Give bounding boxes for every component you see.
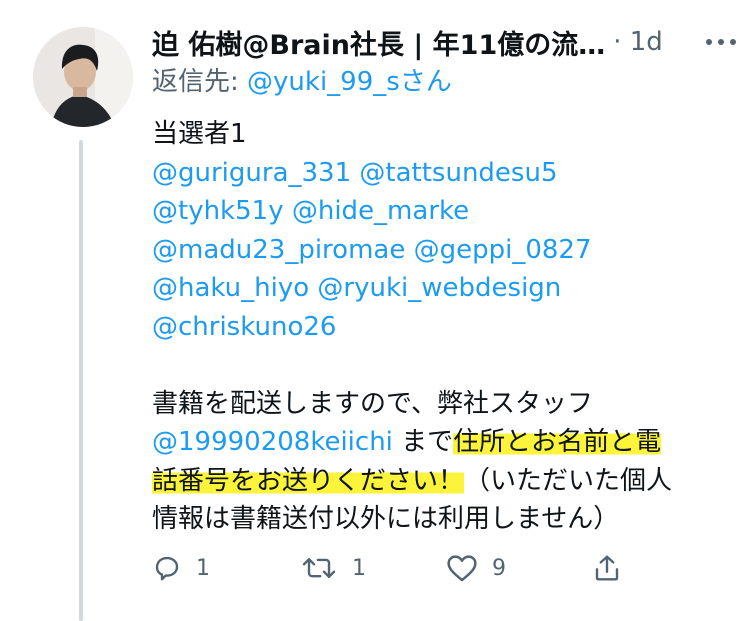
tweet-time[interactable]: · 1d [613,27,663,57]
retweet-button[interactable]: 1 [300,548,366,588]
body-text: 情報は書籍送付以外には利用しません） [152,504,620,534]
reply-button[interactable]: 1 [152,548,210,588]
share-button[interactable] [592,548,622,588]
body-line: 話番号をお送りください！（いただいた個人 [152,462,742,501]
like-count: 9 [492,555,506,581]
body-line: @madu23_piromae @geppi_0827 [152,231,742,270]
retweet-count: 1 [352,555,366,581]
body-line: 当選者1 [152,115,742,154]
reply-to-prefix: 返信先: [152,67,248,97]
mention-link[interactable]: @tyhk51y [152,196,284,226]
mention-link[interactable]: @geppi_0827 [414,235,592,265]
mention-link[interactable]: @haku_hiyo [152,273,309,303]
body-line: @19990208keiichi まで住所とお名前と電 [152,423,742,462]
thread-line [79,140,83,621]
mention-link[interactable]: @hide_marke [292,196,469,226]
mention-link[interactable]: @chriskuno26 [152,312,336,342]
body-line: @gurigura_331 @tattsundesu5 [152,154,742,193]
body-text: まで [392,427,454,457]
highlighted-text: 話番号をお送りください！ [152,465,465,496]
highlighted-text: 住所とお名前と電 [453,427,662,457]
body-text: 書籍を配送しますので、弊社スタッフ [152,388,593,419]
mention-link[interactable]: @ryuki_webdesign [317,273,561,303]
like-button[interactable]: 9 [446,548,506,588]
avatar[interactable] [33,27,133,127]
reply-to: 返信先: @yuki_99_sさん [152,64,452,100]
mention-link[interactable]: @gurigura_331 [152,158,351,188]
like-icon [446,553,478,583]
tweet-header: 迫 佑樹@Brain社長 | 年11億の流… · 1d [152,22,742,62]
mention-link[interactable]: @tattsundesu5 [359,158,557,188]
body-line: 情報は書籍送付以外には利用しません） [152,500,742,539]
body-text: （いただいた個人 [464,465,673,496]
tweet-body: 当選者1 @gurigura_331 @tattsundesu5 @tyhk51… [152,115,742,539]
reply-icon [152,553,182,583]
body-line: 書籍を配送しますので、弊社スタッフ [152,385,742,424]
tweet-actions: 1 1 9 [152,548,632,588]
mention-link[interactable]: @19990208keiichi [152,427,393,457]
reply-count: 1 [196,555,210,581]
winners-heading: 当選者1 [152,119,247,149]
body-line: @tyhk51y @hide_marke [152,192,742,231]
reply-to-suffix: さん [399,67,452,97]
retweet-icon [300,553,338,583]
more-icon[interactable] [704,30,738,54]
body-line: @haku_hiyo @ryuki_webdesign [152,269,742,308]
author-name[interactable]: 迫 佑樹@Brain社長 | 年11億の流… [152,23,605,62]
mention-link[interactable]: @madu23_piromae [152,235,405,265]
share-icon [592,553,622,583]
reply-to-handle[interactable]: @yuki_99_s [247,67,400,97]
body-line: @chriskuno26 [152,308,742,347]
